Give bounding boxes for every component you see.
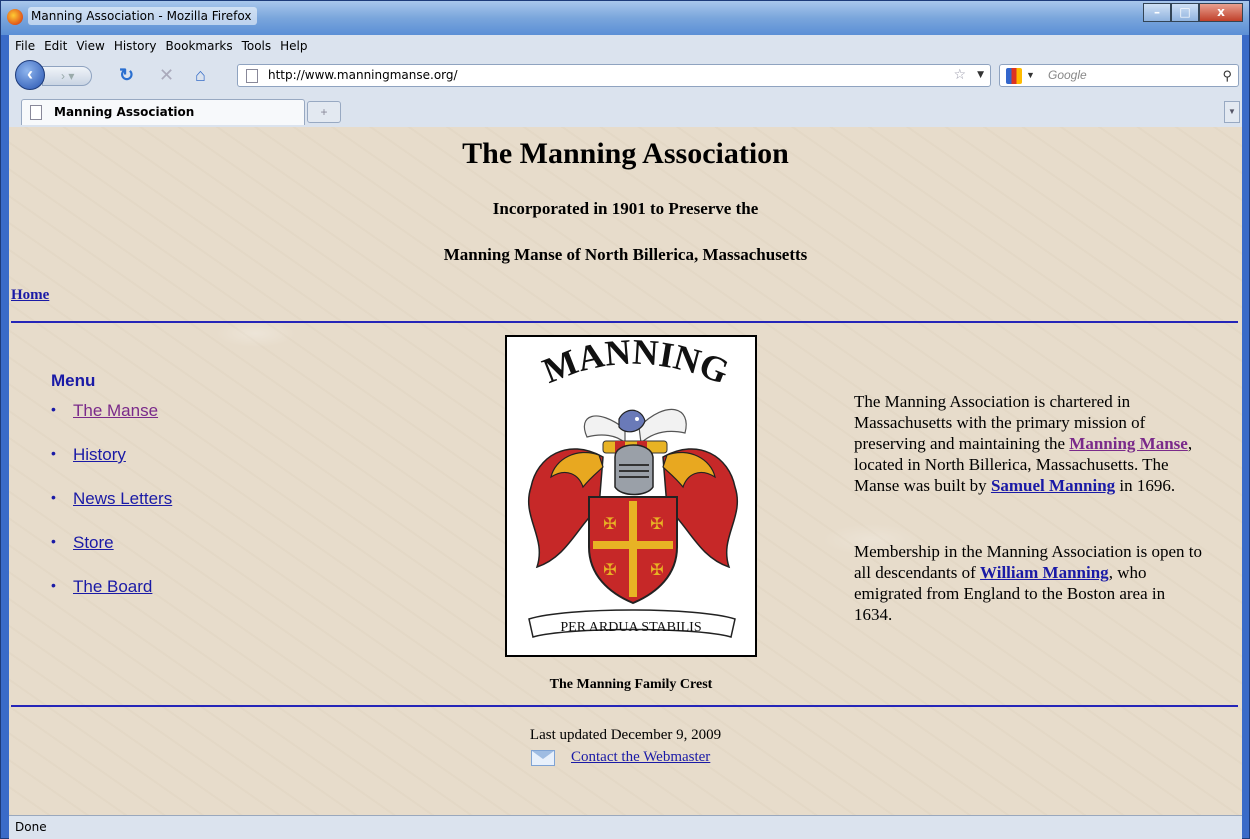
title-bar: Manning Association - Mozilla Firefox – … xyxy=(1,1,1249,35)
svg-text:✠: ✠ xyxy=(603,562,616,579)
tab-manning-association[interactable]: Manning Association xyxy=(21,99,305,125)
browser-window: Manning Association - Mozilla Firefox – … xyxy=(0,0,1250,839)
menu-item-the-board: The Board xyxy=(51,577,172,597)
membership-paragraph: Membership in the Manning Association is… xyxy=(854,541,1204,625)
menu-link-history[interactable]: History xyxy=(73,445,126,464)
menu-history[interactable]: History xyxy=(114,39,157,53)
navigation-toolbar: › ▾ ‹ ↻ ✕ ⌂ http://www.manningmanse.org/… xyxy=(9,57,1242,93)
reload-icon[interactable]: ↻ xyxy=(119,66,134,84)
crest-caption: The Manning Family Crest xyxy=(549,677,713,692)
home-link[interactable]: Home xyxy=(11,287,49,304)
crest-motto-text: PER ARDUA STABILIS xyxy=(560,620,701,635)
divider-bottom xyxy=(11,705,1238,707)
search-icon[interactable]: ⚲ xyxy=(1222,65,1232,86)
menu-file[interactable]: File xyxy=(15,39,35,53)
menu-bookmarks[interactable]: Bookmarks xyxy=(166,39,233,53)
status-bar: Done xyxy=(9,815,1242,839)
page-subtitle-2: Manning Manse of North Billerica, Massac… xyxy=(443,245,808,264)
menu-edit[interactable]: Edit xyxy=(44,39,67,53)
crest-svg: MANNING ✠ ✠ ✠ ✠ PER ARDUA STABILIS xyxy=(527,337,739,638)
back-button[interactable]: ‹ xyxy=(15,60,45,90)
search-engine-dropdown-icon[interactable]: ▼ xyxy=(1026,65,1035,86)
menu-title: Menu xyxy=(51,371,96,390)
stop-icon[interactable]: ✕ xyxy=(159,66,174,84)
family-crest-image: MANNING ✠ ✠ ✠ ✠ PER ARDUA STABILIS xyxy=(505,335,757,657)
svg-text:✠: ✠ xyxy=(650,516,663,533)
url-dropdown-icon[interactable]: ▼ xyxy=(977,65,984,86)
forward-button[interactable]: › ▾ xyxy=(42,66,92,86)
menu-item-store: Store xyxy=(51,533,172,553)
menu-item-the-manse: The Manse xyxy=(51,401,172,421)
browser-chrome: File Edit View History Bookmarks Tools H… xyxy=(9,35,1242,127)
minimize-button[interactable]: – xyxy=(1143,3,1171,22)
menu-item-news-letters: News Letters xyxy=(51,489,172,509)
site-menu: Menu The Manse History News Letters Stor… xyxy=(51,371,172,621)
maximize-button[interactable]: □ xyxy=(1171,3,1199,22)
tab-label: Manning Association xyxy=(54,105,195,119)
search-input[interactable]: ▼ Google ⚲ xyxy=(999,64,1239,87)
contact-webmaster-link[interactable]: Contact the Webmaster xyxy=(571,749,710,766)
svg-text:✠: ✠ xyxy=(603,516,616,533)
close-button[interactable]: x xyxy=(1199,3,1243,22)
mail-envelope-icon[interactable] xyxy=(531,749,555,766)
firefox-logo-icon xyxy=(7,9,23,25)
page-content: The Manning Association Incorporated in … xyxy=(9,127,1242,815)
menu-bar: File Edit View History Bookmarks Tools H… xyxy=(9,35,1242,57)
menu-tools[interactable]: Tools xyxy=(242,39,272,53)
menu-view[interactable]: View xyxy=(76,39,104,53)
menu-link-the-board[interactable]: The Board xyxy=(73,577,152,596)
home-icon[interactable]: ⌂ xyxy=(195,66,206,84)
menu-link-store[interactable]: Store xyxy=(73,533,114,552)
svg-text:✠: ✠ xyxy=(650,562,663,579)
william-manning-link[interactable]: William Manning xyxy=(980,563,1109,582)
manning-manse-link[interactable]: Manning Manse xyxy=(1069,434,1188,453)
crest-banner-text: MANNING xyxy=(537,337,734,392)
tab-page-icon xyxy=(30,105,42,120)
new-tab-button[interactable]: + xyxy=(307,101,341,123)
google-icon[interactable] xyxy=(1006,68,1022,84)
tab-bar: Manning Association + ▼ xyxy=(9,93,1242,127)
status-text: Done xyxy=(15,820,47,834)
bookmark-star-icon[interactable]: ☆ xyxy=(953,65,966,86)
samuel-manning-link[interactable]: Samuel Manning xyxy=(991,476,1115,495)
url-text: http://www.manningmanse.org/ xyxy=(268,68,458,82)
menu-help[interactable]: Help xyxy=(280,39,307,53)
mission-text-c: in 1696. xyxy=(1115,476,1176,495)
search-placeholder: Google xyxy=(1048,68,1087,82)
window-title: Manning Association - Mozilla Firefox xyxy=(28,7,258,25)
menu-link-news-letters[interactable]: News Letters xyxy=(73,489,172,508)
page-icon xyxy=(246,69,258,83)
mission-paragraph: The Manning Association is chartered in … xyxy=(854,391,1204,496)
url-bar[interactable]: http://www.manningmanse.org/ ☆ ▼ xyxy=(237,64,991,87)
contact-webmaster: Contact the Webmaster xyxy=(531,749,710,766)
tab-list-button[interactable]: ▼ xyxy=(1224,101,1240,123)
menu-item-history: History xyxy=(51,445,172,465)
last-updated-text: Last updated December 9, 2009 xyxy=(529,727,722,743)
menu-link-the-manse[interactable]: The Manse xyxy=(73,401,158,420)
page-subtitle-1: Incorporated in 1901 to Preserve the xyxy=(492,199,759,218)
divider-top xyxy=(11,321,1238,323)
page-title: The Manning Association xyxy=(462,137,789,170)
